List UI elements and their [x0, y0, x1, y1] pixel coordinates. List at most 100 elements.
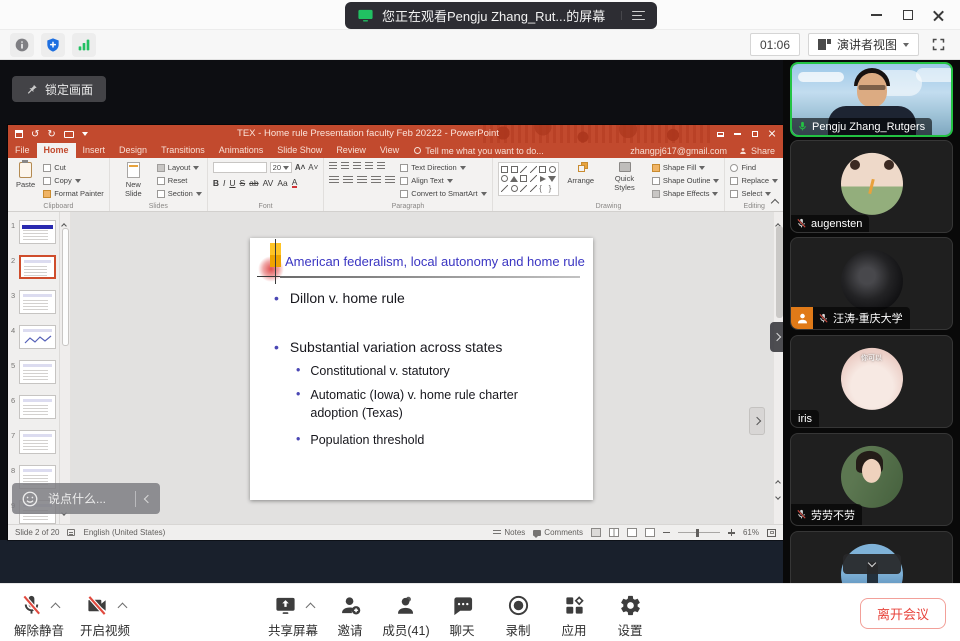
ppt-ribbon-options-button[interactable] [712, 125, 729, 143]
maximize-button[interactable] [892, 0, 923, 30]
fullscreen-button[interactable] [927, 33, 950, 56]
convert-smartart-button[interactable]: Convert to SmartArt [400, 188, 486, 199]
collapse-ribbon-icon[interactable] [772, 199, 778, 208]
reading-view-icon[interactable] [627, 528, 637, 537]
align-right-icon[interactable] [357, 176, 367, 184]
members-button[interactable]: 成员(41) [382, 592, 430, 639]
slide-thumbnail-6[interactable]: 6 [8, 395, 59, 421]
zoom-in-icon[interactable] [728, 529, 735, 536]
fit-slide-icon[interactable] [767, 529, 776, 537]
tell-me-box[interactable]: Tell me what you want to do... [414, 146, 544, 156]
tab-design[interactable]: Design [112, 143, 154, 158]
align-left-icon[interactable] [329, 176, 339, 184]
indent-decrease-icon[interactable] [353, 162, 361, 170]
participant-tile-wangtao[interactable]: 汪涛-重庆大学 [790, 237, 953, 330]
tab-file[interactable]: File [8, 143, 37, 158]
numbering-icon[interactable] [341, 162, 349, 170]
indent-increase-icon[interactable] [365, 162, 373, 170]
tab-transitions[interactable]: Transitions [154, 143, 212, 158]
unmute-button[interactable]: 解除静音 [14, 592, 64, 639]
participant-tile-pengju[interactable]: Pengju Zhang_Rutgers [790, 62, 953, 137]
quick-styles-button[interactable]: Quick Styles [602, 162, 647, 199]
normal-view-icon[interactable] [591, 528, 601, 537]
notes-button[interactable]: Notes [493, 528, 525, 537]
slide-thumbnail-1[interactable]: 1 [8, 220, 59, 246]
slide-number-indicator[interactable]: Slide 2 of 20 [15, 528, 59, 537]
pin-view-button[interactable]: 锁定画面 [12, 76, 106, 102]
participant-tile-augensten[interactable]: augensten [790, 140, 953, 233]
shape-effects-button[interactable]: Shape Effects [652, 188, 720, 199]
share-screen-button[interactable]: 共享屏幕 [268, 592, 318, 639]
security-shield-icon[interactable] [41, 33, 65, 57]
account-email[interactable]: zhangpj617@gmail.com [630, 146, 727, 156]
select-button[interactable]: Select [730, 188, 778, 199]
replace-button[interactable]: Replace [730, 175, 778, 186]
bold-button[interactable]: B [213, 178, 219, 188]
video-options-caret[interactable] [117, 602, 127, 612]
new-slide-button[interactable]: New Slide [115, 162, 152, 199]
font-color-button[interactable]: A [292, 178, 298, 189]
spellcheck-icon[interactable] [67, 529, 75, 536]
shapes-gallery[interactable]: {} [498, 162, 560, 196]
scroll-participants-button[interactable] [843, 554, 901, 574]
share-options-caret[interactable] [305, 602, 315, 612]
arrange-button[interactable]: Arrange [564, 162, 597, 199]
text-direction-button[interactable]: Text Direction [400, 162, 486, 173]
close-button[interactable] [923, 0, 954, 30]
slide-thumbnail-4[interactable]: 4 [8, 325, 59, 351]
qat-customize-icon[interactable] [82, 132, 88, 136]
strikethrough-button[interactable]: S [239, 178, 245, 188]
thumbnail-scrollbar[interactable] [60, 212, 71, 524]
settings-button[interactable]: 设置 [606, 592, 654, 639]
mic-options-caret[interactable] [50, 602, 60, 612]
start-video-button[interactable]: 开启视频 [80, 592, 130, 639]
zoom-slider[interactable] [678, 532, 720, 534]
sidebar-collapse-chevron[interactable] [770, 322, 783, 352]
view-mode-button[interactable]: 演讲者视图 [808, 33, 919, 56]
ppt-close-button[interactable] [763, 125, 780, 143]
slide-thumbnail-2-selected[interactable]: 2 [8, 255, 59, 281]
comments-button[interactable]: Comments [533, 528, 583, 537]
layout-button[interactable]: Layout [157, 162, 202, 173]
ppt-pane-expand-chevron[interactable] [749, 407, 765, 435]
minimize-button[interactable] [861, 0, 892, 30]
ppt-restore-button[interactable] [746, 125, 763, 143]
chat-input-placeholder[interactable]: 说点什么... [48, 490, 106, 507]
paste-button[interactable]: Paste [13, 162, 38, 199]
italic-button[interactable]: I [223, 178, 225, 188]
align-text-button[interactable]: Align Text [400, 175, 486, 186]
align-center-icon[interactable] [343, 176, 353, 184]
font-name-box[interactable] [213, 162, 267, 173]
shrink-font-button[interactable]: A˅ [308, 163, 318, 172]
slide-thumbnail-3[interactable]: 3 [8, 290, 59, 316]
slide-thumbnail-5[interactable]: 5 [8, 360, 59, 386]
slide-thumbnail-7[interactable]: 7 [8, 430, 59, 456]
text-shadow-button[interactable]: ab [249, 178, 258, 188]
banner-menu-icon[interactable] [621, 11, 645, 21]
cut-button[interactable]: Cut [43, 162, 104, 173]
tab-insert[interactable]: Insert [76, 143, 113, 158]
save-icon[interactable] [15, 130, 23, 138]
bullets-icon[interactable] [329, 162, 337, 170]
participant-tile-iris[interactable]: 你可以 iris [790, 335, 953, 428]
justify-icon[interactable] [371, 176, 381, 184]
tab-view[interactable]: View [373, 143, 406, 158]
grow-font-button[interactable]: A˄ [295, 163, 305, 172]
underline-button[interactable]: U [229, 178, 235, 188]
shape-outline-button[interactable]: Shape Outline [652, 175, 720, 186]
font-size-box[interactable]: 20 [270, 162, 292, 173]
section-button[interactable]: Section [157, 188, 202, 199]
zoom-out-icon[interactable] [663, 532, 670, 534]
meeting-info-icon[interactable] [10, 33, 34, 57]
format-painter-button[interactable]: Format Painter [43, 188, 104, 199]
zoom-level[interactable]: 61% [743, 528, 759, 537]
share-button[interactable]: Share [739, 146, 775, 156]
shape-fill-button[interactable]: Shape Fill [652, 162, 720, 173]
reset-button[interactable]: Reset [157, 175, 202, 186]
tab-slideshow[interactable]: Slide Show [270, 143, 329, 158]
find-button[interactable]: Find [730, 162, 778, 173]
language-indicator[interactable]: English (United States) [83, 528, 165, 537]
line-spacing-icon[interactable] [377, 162, 385, 170]
apps-button[interactable]: 应用 [550, 592, 598, 639]
emoji-icon[interactable] [21, 490, 39, 508]
